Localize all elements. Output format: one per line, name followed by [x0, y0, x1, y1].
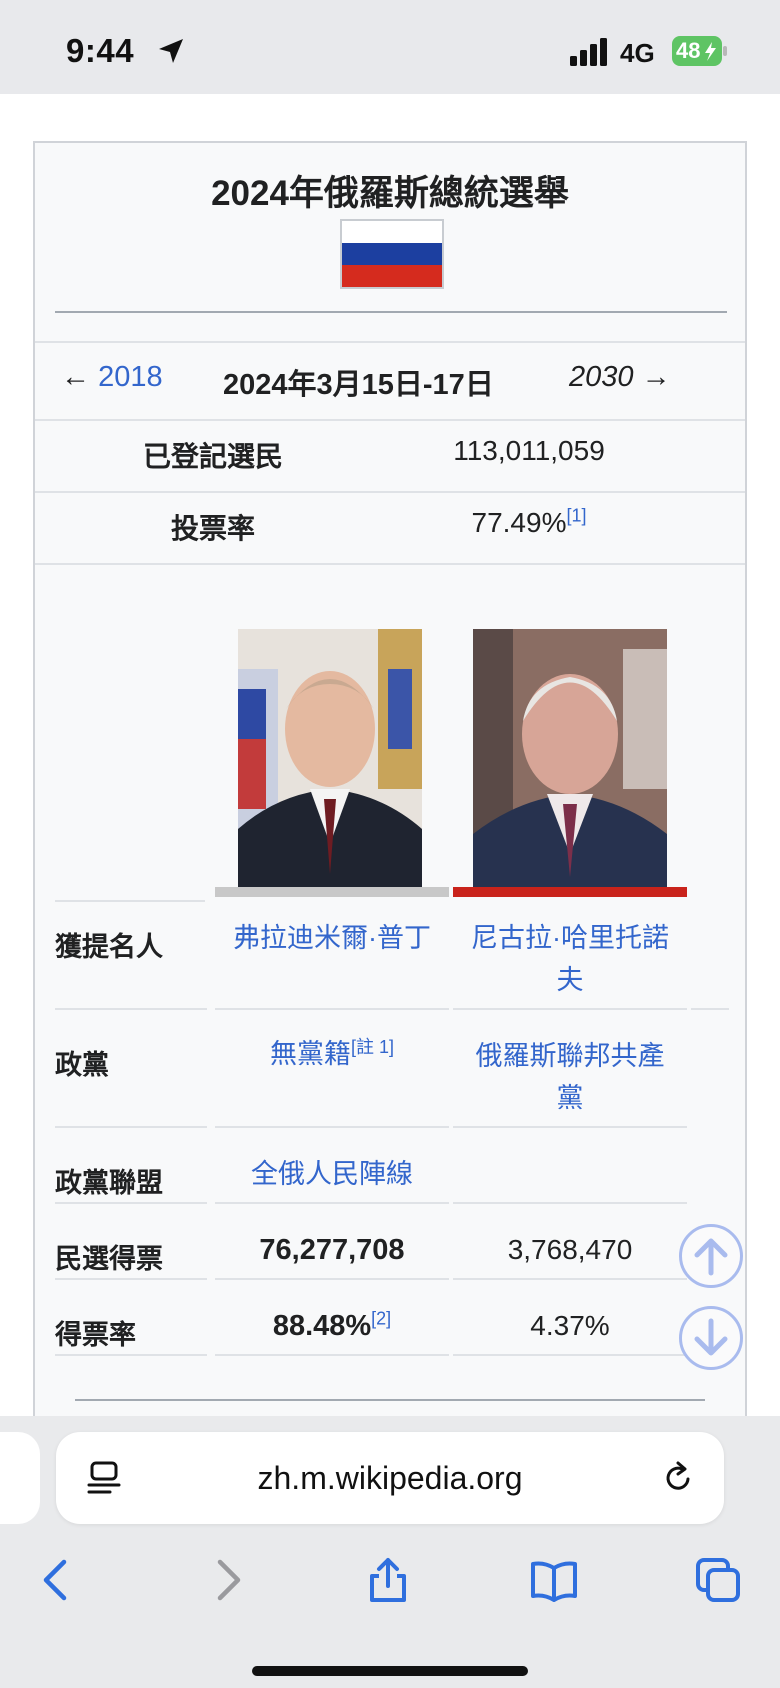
kharitonov-votes: 3,768,470	[507, 1234, 633, 1265]
putin-percentage: 88.48%[2]	[215, 1305, 449, 1347]
row-divider	[55, 1202, 207, 1204]
section-divider	[75, 1399, 705, 1401]
browser-toolbar: zh.m.wikipedia.org	[0, 1416, 780, 1688]
row-divider	[55, 1354, 207, 1356]
tabs-icon[interactable]	[694, 1556, 742, 1604]
right-arrow-icon: →	[641, 361, 671, 393]
share-icon[interactable]	[364, 1556, 412, 1604]
back-icon[interactable]	[34, 1556, 82, 1604]
web-page: 2024年俄羅斯總統選舉 ← 2018 2024年3月15日-17日 2030 …	[0, 94, 780, 1416]
independent-link[interactable]: 無黨籍	[270, 1039, 351, 1069]
all-russia-peoples-front-link[interactable]: 全俄人民陣線	[215, 1153, 449, 1195]
bookmarks-icon[interactable]	[530, 1556, 578, 1604]
divider	[35, 419, 745, 421]
battery-level: 48	[676, 38, 701, 63]
infobox-title: 2024年俄羅斯總統選舉	[211, 174, 569, 213]
popular-vote-label: 民選得票	[55, 1244, 163, 1274]
row-divider	[691, 1008, 729, 1010]
row-divider	[215, 1278, 449, 1280]
cellular-signal-icon	[570, 38, 607, 66]
row-divider	[55, 900, 205, 902]
row-divider	[55, 1126, 207, 1128]
putin-color-bar	[215, 887, 449, 897]
battery-icon: 48	[672, 36, 728, 66]
row-divider	[215, 1126, 449, 1128]
row-divider	[453, 1278, 687, 1280]
left-arrow-icon: ←	[61, 361, 90, 393]
row-divider	[453, 1354, 687, 1356]
scroll-down-button[interactable]	[679, 1306, 743, 1370]
putin-link[interactable]: 弗拉迪米爾·普丁	[215, 917, 449, 959]
divider	[35, 341, 745, 343]
next-election: 2030 →	[569, 361, 671, 394]
election-infobox: 2024年俄羅斯總統選舉 ← 2018 2024年3月15日-17日 2030 …	[33, 141, 747, 1416]
previous-election-year: 2018	[98, 361, 163, 393]
alliance-label: 政黨聯盟	[55, 1168, 163, 1198]
turnout-reference-link[interactable]: [1]	[566, 506, 586, 526]
russia-flag-image[interactable]	[340, 219, 444, 289]
turnout-label: 投票率	[170, 513, 255, 544]
putin-percentage-value: 88.48%	[272, 1310, 372, 1342]
election-date: 2024年3月15日-17日	[223, 369, 494, 401]
party-label: 政黨	[55, 1050, 109, 1080]
next-election-year: 2030	[569, 361, 634, 393]
registered-voters-label: 已登記選民	[142, 441, 283, 472]
url-text: zh.m.wikipedia.org	[257, 1460, 523, 1496]
kharitonov-link[interactable]: 尼古拉·哈里托諾夫	[453, 917, 687, 1001]
row-divider	[453, 1126, 687, 1128]
row-divider	[55, 1278, 207, 1280]
row-divider	[453, 1202, 687, 1204]
forward-icon[interactable]	[202, 1556, 250, 1604]
arrow-up-icon	[694, 1238, 728, 1276]
turnout-value: 77.49%[1]	[379, 507, 679, 539]
address-bar[interactable]: zh.m.wikipedia.org	[56, 1432, 724, 1524]
title-divider	[55, 311, 727, 313]
previous-election-link[interactable]: ← 2018	[61, 361, 163, 394]
reference-2-link[interactable]: [2]	[371, 1308, 391, 1328]
row-divider	[215, 1354, 449, 1356]
location-arrow-icon	[159, 39, 183, 63]
kharitonov-photo[interactable]	[473, 629, 667, 887]
divider	[35, 491, 745, 493]
row-divider	[453, 1008, 687, 1010]
arrow-down-icon	[694, 1318, 728, 1356]
previous-tab-preview[interactable]	[0, 1432, 40, 1524]
registered-voters-value: 113,011,059	[453, 435, 605, 466]
reload-icon[interactable]	[660, 1460, 696, 1496]
scroll-up-button[interactable]	[679, 1224, 743, 1288]
note-1-link[interactable]: [註 1]	[351, 1037, 394, 1057]
putin-votes: 76,277,708	[259, 1234, 405, 1266]
row-divider	[55, 1008, 207, 1010]
home-indicator	[252, 1666, 528, 1676]
status-time: 9:44	[66, 32, 135, 69]
percentage-label: 得票率	[55, 1320, 136, 1350]
row-divider	[215, 1008, 449, 1010]
putin-party: 無黨籍[註 1]	[215, 1033, 449, 1075]
putin-photo[interactable]	[238, 629, 422, 887]
kharitonov-color-bar	[453, 887, 687, 897]
nominee-label: 獲提名人	[55, 932, 163, 962]
status-bar: 9:44 4G 48	[0, 0, 780, 94]
network-type: 4G	[620, 38, 655, 68]
kprf-link[interactable]: 俄羅斯聯邦共產黨	[453, 1035, 687, 1119]
divider	[35, 563, 745, 565]
turnout-percent: 77.49%	[471, 507, 567, 538]
kharitonov-percentage: 4.37%	[530, 1310, 610, 1341]
row-divider	[215, 1202, 449, 1204]
